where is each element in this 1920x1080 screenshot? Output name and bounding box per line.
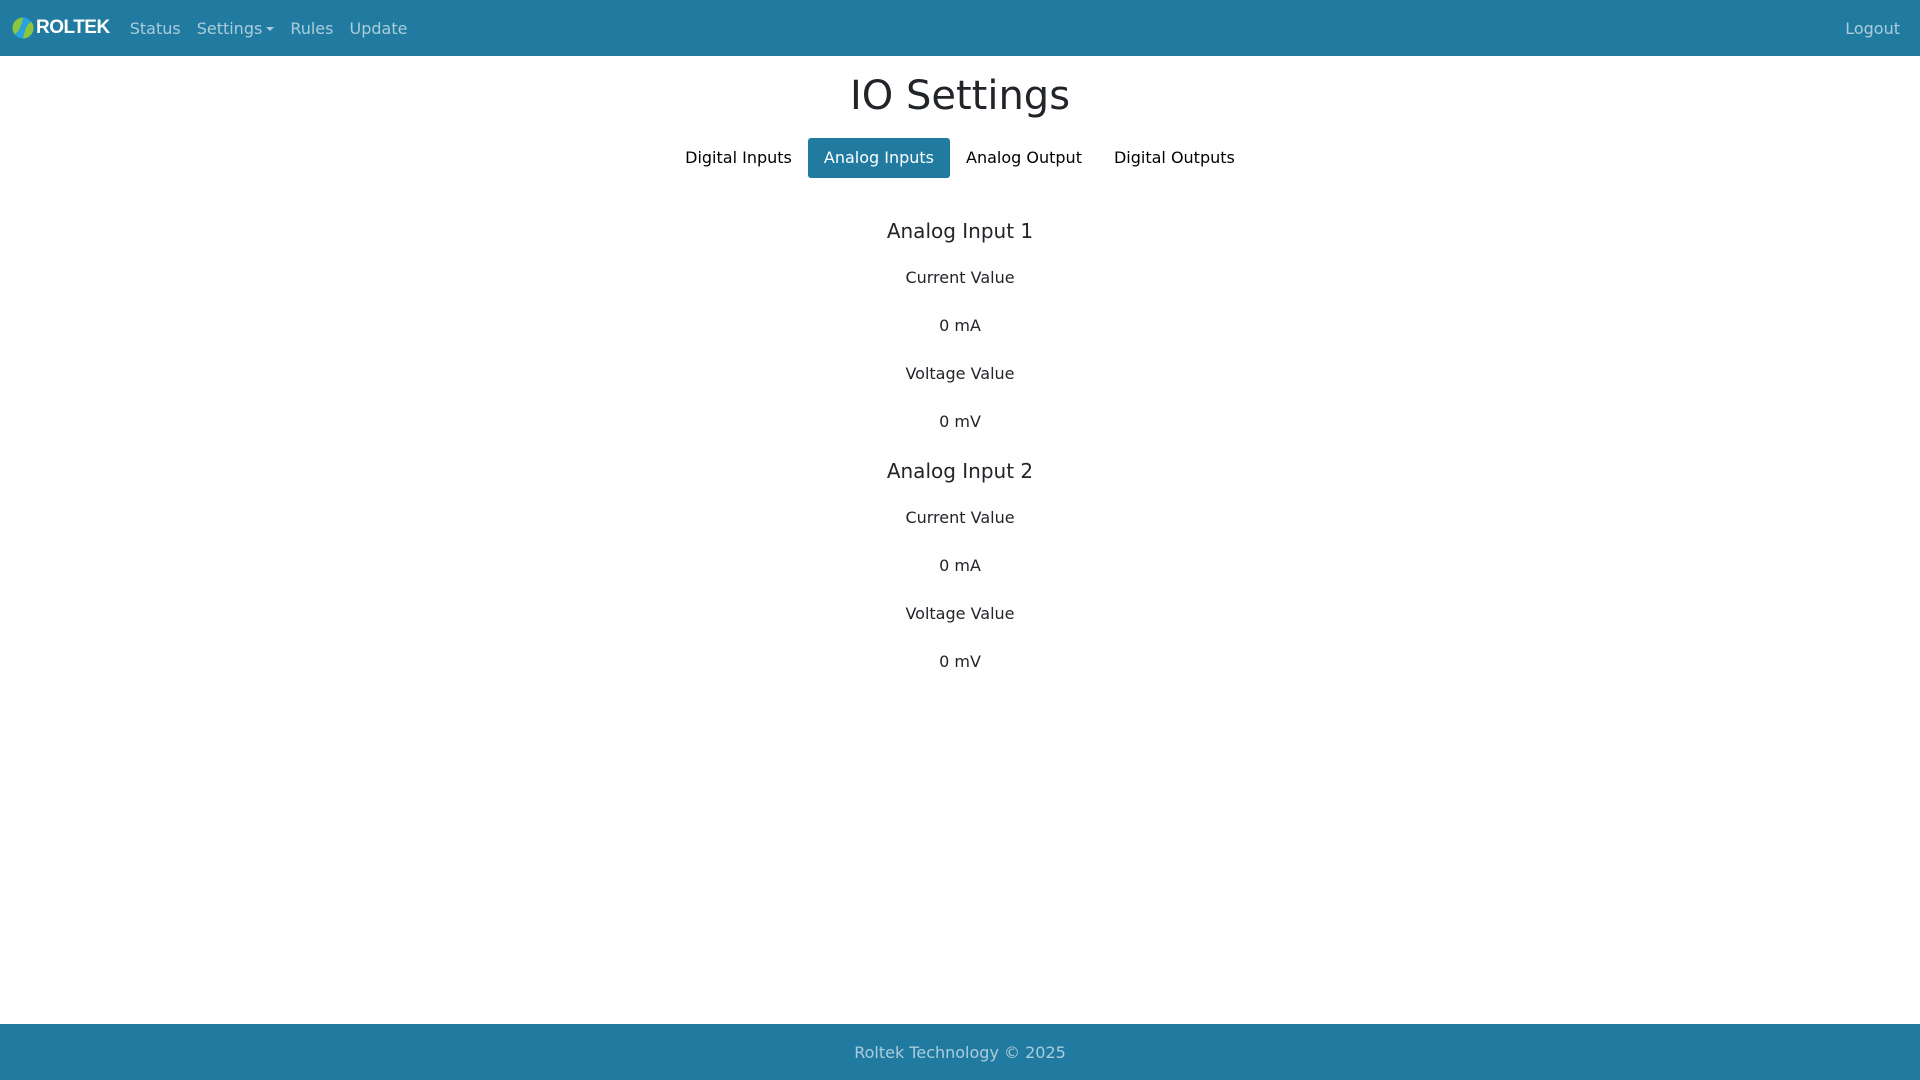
page-title: IO Settings [849, 73, 1071, 119]
analog-input-1-section: Analog Input 1 Current Value 0 mA Voltag… [0, 219, 1920, 434]
logout-link[interactable]: Logout [1837, 19, 1908, 38]
analog-input-1-current-value: 0 mA [939, 316, 981, 335]
page-footer: Roltek Technology © 2025 [0, 1024, 1920, 1080]
nav-settings-label: Settings [196, 18, 263, 38]
nav-rules[interactable]: Rules [282, 19, 341, 38]
nav-update[interactable]: Update [341, 19, 415, 38]
analog-input-2-section: Analog Input 2 Current Value 0 mA Voltag… [0, 459, 1920, 674]
nav-settings-dropdown[interactable]: Settings [189, 19, 283, 38]
analog-input-2-title: Analog Input 2 [886, 459, 1034, 483]
io-tabs: Digital Inputs Analog Inputs Analog Outp… [0, 138, 1920, 178]
analog-input-2-voltage-label: Voltage Value [905, 604, 1015, 623]
tab-analog-output[interactable]: Analog Output [950, 138, 1098, 178]
analog-input-1-voltage-value: 0 mV [939, 412, 981, 431]
analog-input-1-current-label: Current Value [905, 268, 1015, 287]
tab-digital-inputs[interactable]: Digital Inputs [669, 138, 808, 178]
nav-status[interactable]: Status [122, 19, 189, 38]
roltek-logo-icon [12, 17, 34, 39]
analog-input-1-title: Analog Input 1 [886, 219, 1034, 243]
main-content: IO Settings Digital Inputs Analog Inputs… [0, 56, 1920, 674]
analog-input-1-voltage-label: Voltage Value [905, 364, 1015, 383]
tab-analog-inputs[interactable]: Analog Inputs [807, 138, 951, 178]
footer-copyright: Roltek Technology © 2025 [854, 1042, 1066, 1062]
analog-input-2-voltage-value: 0 mV [939, 652, 981, 671]
tab-digital-outputs[interactable]: Digital Outputs [1098, 138, 1251, 178]
top-navbar: ROLTEK Status Settings Rules Update Logo… [0, 0, 1920, 56]
brand-link[interactable]: ROLTEK [12, 17, 110, 39]
analog-input-2-current-value: 0 mA [939, 556, 981, 575]
caret-down-icon [266, 26, 275, 31]
analog-input-2-current-label: Current Value [905, 508, 1015, 527]
brand-text: ROLTEK [36, 17, 110, 38]
